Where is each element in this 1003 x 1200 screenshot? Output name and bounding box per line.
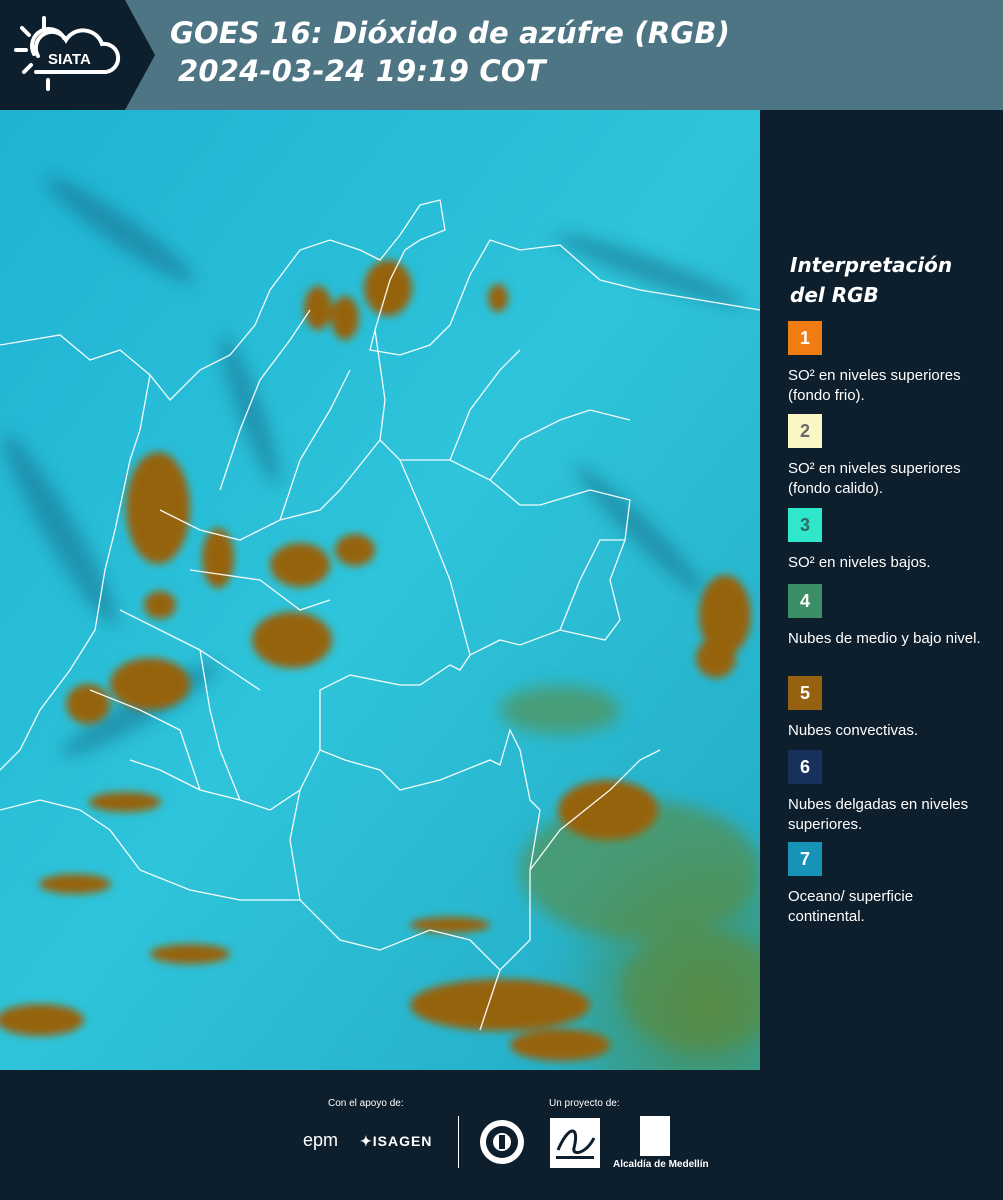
- area-metropolitana-mark-icon: [556, 1129, 596, 1159]
- legend-swatch-green: 4: [788, 584, 822, 618]
- legend-number: 7: [799, 848, 810, 869]
- logo-text: SIATA: [48, 51, 91, 68]
- isagen-logo[interactable]: ✦ISAGEN: [360, 1133, 432, 1150]
- legend-label: SO² en niveles superiores (fondo frio).: [788, 367, 961, 404]
- project-label: Un proyecto de:: [549, 1098, 620, 1109]
- legend-label: Oceano/ superficie continental.: [788, 888, 914, 925]
- legend-item-1: 1 SO² en niveles superiores (fondo frio)…: [788, 321, 988, 406]
- legend-number: 4: [799, 590, 810, 611]
- legend-label: SO² en niveles superiores (fondo calido)…: [788, 460, 961, 497]
- legend-title-line-1: Interpretación: [790, 253, 953, 277]
- epm-logo[interactable]: epm: [303, 1130, 338, 1151]
- medellin-seal-icon[interactable]: [478, 1118, 526, 1166]
- legend-item-7: 7 Oceano/ superficie continental.: [788, 842, 988, 927]
- legend-swatch-brown: 5: [788, 676, 822, 710]
- legend-item-6: 6 Nubes delgadas en niveles superiores.: [788, 750, 988, 835]
- legend-swatch-cream: 2: [788, 414, 822, 448]
- legend-title-line-2: del RGB: [790, 283, 879, 307]
- rgb-legend-panel: Interpretación del RGB 1 SO² en niveles …: [760, 110, 1003, 1070]
- alcaldia-shield-icon[interactable]: [640, 1116, 670, 1156]
- title-line-2: 2024-03-24 19:19 COT: [178, 54, 546, 88]
- area-metropolitana-logo[interactable]: [550, 1118, 600, 1168]
- legend-item-5: 5 Nubes convectivas.: [788, 676, 988, 761]
- legend-label: Nubes de medio y bajo nivel.: [788, 630, 981, 647]
- legend-number: 2: [799, 420, 810, 441]
- legend-swatch-navy: 6: [788, 750, 822, 784]
- isagen-logo-text: ISAGEN: [372, 1133, 433, 1149]
- title-line-1: GOES 16: Dióxido de azúfre (RGB): [170, 16, 731, 50]
- siata-logo[interactable]: SIATA: [0, 0, 155, 110]
- footer-sponsors: Con el apoyo de: Un proyecto de: epm ✦IS…: [0, 1070, 1003, 1200]
- legend-swatch-blue: 7: [788, 842, 822, 876]
- legend-item-2: 2 SO² en niveles superiores (fondo calid…: [788, 414, 988, 499]
- legend-number: 1: [799, 327, 810, 348]
- legend-item-4: 4 Nubes de medio y bajo nivel.: [788, 584, 988, 669]
- legend-number: 5: [799, 682, 810, 703]
- so2-rgb-map: [0, 110, 760, 1070]
- alcaldia-label-text: Alcaldía de Medellín: [613, 1159, 709, 1170]
- legend-number: 3: [799, 514, 810, 535]
- page-title: GOES 16: Dióxido de azúfre (RGB) 2024-03…: [170, 14, 730, 90]
- support-label: Con el apoyo de:: [328, 1098, 404, 1109]
- epm-logo-text: epm: [303, 1130, 339, 1150]
- alcaldia-label: Alcaldía de Medellín: [613, 1159, 709, 1170]
- header-bar: SIATA GOES 16: Dióxido de azúfre (RGB) 2…: [0, 0, 1003, 110]
- legend-label: Nubes delgadas en niveles superiores.: [788, 796, 969, 833]
- sun-cloud-icon: SIATA: [14, 16, 121, 91]
- footer-divider: [458, 1116, 459, 1168]
- legend-number: 6: [799, 756, 810, 777]
- legend-item-3: 3 SO² en niveles bajos.: [788, 508, 988, 593]
- legend-swatch-orange: 1: [788, 321, 822, 355]
- isagen-mark-icon: ✦: [360, 1133, 373, 1149]
- legend-title: Interpretación del RGB: [790, 250, 990, 310]
- satellite-image[interactable]: [0, 110, 760, 1070]
- legend-swatch-turquoise: 3: [788, 508, 822, 542]
